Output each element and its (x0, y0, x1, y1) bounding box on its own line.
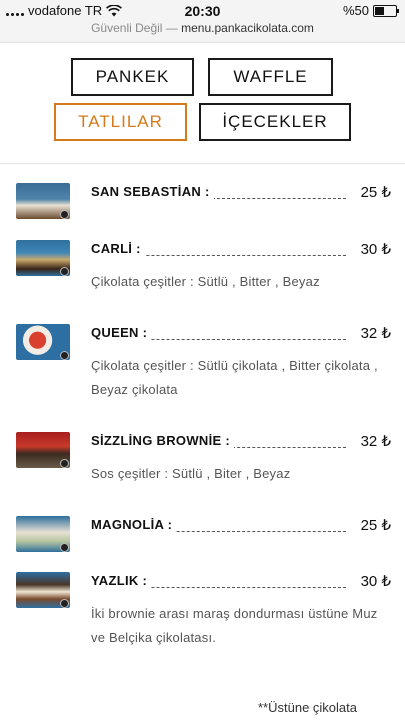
product-name: SAN SEBASTİAN : (91, 184, 214, 199)
divider (0, 163, 405, 164)
product-name: SİZZLİNG BROWNİE : (91, 433, 234, 448)
product-name: YAZLIK : (91, 573, 152, 588)
list-item[interactable]: QUEEN : 32 ₺ Çikolata çeşitler : Sütlü ç… (16, 324, 391, 404)
url-text: menu.pankacikolata.com (181, 21, 314, 35)
address-bar[interactable]: Güvenli Değil — menu.pankacikolata.com (0, 21, 405, 35)
list-item[interactable]: SİZZLİNG BROWNİE : 32 ₺ Sos çeşitler : S… (16, 432, 391, 492)
product-description: Çikolata çeşitler : Sütlü çikolata , Bit… (91, 358, 378, 397)
status-bar: vodafone TR 20:30 %50 Güvenli Değil — me… (0, 0, 405, 43)
product-name: MAGNOLİA : (91, 517, 177, 532)
footnote: **Üstüne çikolata (258, 700, 357, 715)
product-price: 25 ₺ (356, 183, 391, 201)
tab-waffle[interactable]: WAFFLE (208, 58, 333, 96)
product-description: İki brownie arası maraş dondurması üstün… (91, 606, 378, 645)
product-description: Çikolata çeşitler : Sütlü , Bitter , Bey… (91, 274, 320, 289)
list-item[interactable]: SAN SEBASTİAN : 25 ₺ (16, 183, 391, 223)
battery-indicator: %50 (342, 3, 399, 18)
product-image (16, 183, 70, 219)
category-tabs: PANKEK WAFFLE TATLILAR İÇECEKLER (0, 58, 405, 142)
tab-icecekler[interactable]: İÇECEKLER (199, 103, 351, 141)
product-image (16, 240, 70, 276)
product-description: Sos çeşitler : Sütlü , Biter , Beyaz (91, 466, 291, 481)
product-price: 30 ₺ (356, 572, 391, 590)
product-image (16, 324, 70, 360)
battery-percent: %50 (342, 3, 369, 18)
product-name: QUEEN : (91, 325, 152, 340)
product-image (16, 572, 70, 608)
product-price: 30 ₺ (356, 240, 391, 258)
list-item[interactable]: MAGNOLİA : 25 ₺ (16, 516, 391, 556)
product-price: 25 ₺ (356, 516, 391, 534)
tab-tatlilar[interactable]: TATLILAR (54, 103, 187, 141)
tab-pankek[interactable]: PANKEK (71, 58, 194, 96)
product-price: 32 ₺ (356, 324, 391, 342)
list-item[interactable]: CARLİ : 30 ₺ Çikolata çeşitler : Sütlü ,… (16, 240, 391, 300)
product-image (16, 432, 70, 468)
battery-icon (373, 4, 399, 17)
security-label: Güvenli Değil — (91, 21, 178, 35)
product-name: CARLİ : (91, 241, 145, 256)
list-item[interactable]: YAZLIK : 30 ₺ İki brownie arası maraş do… (16, 572, 391, 652)
product-image (16, 516, 70, 552)
product-price: 32 ₺ (356, 432, 391, 450)
